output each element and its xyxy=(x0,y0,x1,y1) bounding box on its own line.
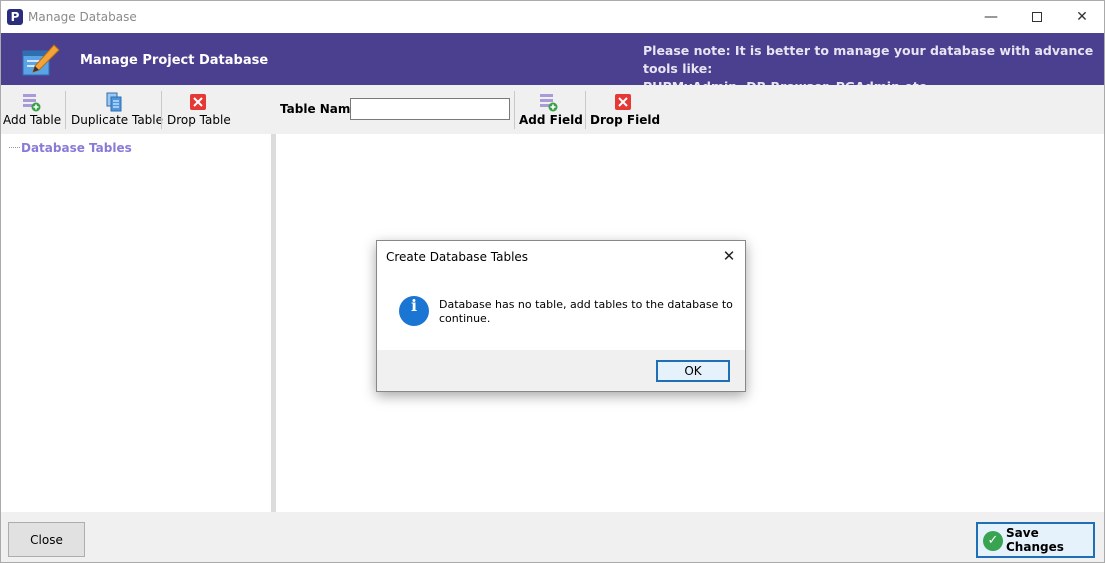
drop-field-label: Drop Field xyxy=(590,113,661,127)
add-field-icon xyxy=(540,94,558,112)
table-name-input[interactable] xyxy=(350,98,510,120)
toolbar-divider xyxy=(65,91,66,129)
title-bar: P Manage Database — ✕ xyxy=(1,1,1104,33)
add-table-label: Add Table xyxy=(3,113,62,127)
add-field-label: Add Field xyxy=(519,113,583,127)
add-field-button[interactable]: Add Field xyxy=(519,89,583,131)
ok-button[interactable]: OK xyxy=(656,360,730,382)
minimize-button[interactable]: — xyxy=(968,1,1014,33)
window-title: Manage Database xyxy=(28,10,137,24)
red-x-icon xyxy=(615,94,631,110)
toolbar-divider xyxy=(514,91,515,129)
field-toolbar: Table Name Add Field Drop Field xyxy=(276,85,1104,133)
message-dialog: Create Database Tables ✕ i Database has … xyxy=(376,240,746,392)
duplicate-table-icon xyxy=(106,92,122,112)
window-close-button[interactable]: ✕ xyxy=(1059,1,1105,33)
table-name-label: Table Name xyxy=(280,102,359,116)
drop-field-button[interactable]: Drop Field xyxy=(590,89,661,131)
dialog-title: Create Database Tables xyxy=(386,250,529,264)
close-button[interactable]: Close xyxy=(8,522,85,557)
footer-bar: Close ✓ Save Changes xyxy=(1,512,1104,562)
add-table-button[interactable]: Add Table xyxy=(3,89,62,131)
tree-connector xyxy=(9,147,20,148)
dialog-footer: OK xyxy=(377,350,745,391)
dialog-message: Database has no table, add tables to the… xyxy=(439,298,733,325)
save-changes-button[interactable]: ✓ Save Changes xyxy=(976,522,1095,558)
header-banner: Manage Project Database Please note: It … xyxy=(1,33,1104,94)
tree-item-database-tables[interactable]: Database Tables xyxy=(21,141,132,155)
maximize-button[interactable] xyxy=(1014,1,1060,33)
duplicate-table-label: Duplicate Table xyxy=(71,113,164,127)
toolbar-divider xyxy=(585,91,586,129)
banner-title: Manage Project Database xyxy=(80,53,269,68)
info-icon: i xyxy=(399,296,429,326)
duplicate-table-button[interactable]: Duplicate Table xyxy=(71,89,164,131)
maximize-icon xyxy=(1032,12,1042,22)
manage-database-window: P Manage Database — ✕ Manage Project Dat… xyxy=(0,0,1105,563)
dialog-close-button[interactable]: ✕ xyxy=(717,245,741,267)
table-tree[interactable]: Database Tables xyxy=(1,134,271,512)
toolbar-divider xyxy=(161,91,162,129)
add-table-icon xyxy=(23,94,41,112)
drop-table-button[interactable]: Drop Table xyxy=(167,89,231,131)
drop-table-label: Drop Table xyxy=(167,113,231,127)
red-x-icon xyxy=(190,94,206,110)
save-changes-label: Save Changes xyxy=(1006,526,1064,554)
check-icon: ✓ xyxy=(983,531,1003,551)
pencil-edit-icon xyxy=(22,44,60,76)
app-icon: P xyxy=(7,9,23,25)
table-toolbar: Add Table Duplicate Table Drop Table xyxy=(1,85,271,133)
